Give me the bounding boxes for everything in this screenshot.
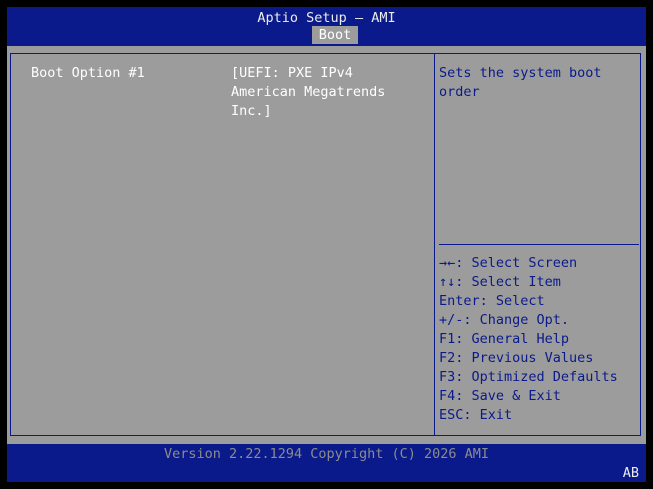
help-description: Sets the system boot order <box>439 65 602 100</box>
key-esc-exit: ESC: Exit <box>439 407 513 423</box>
boot-option-1-label: Boot Option #1 <box>31 65 145 81</box>
key-save-exit: F4: Save & Exit <box>439 388 561 404</box>
key-optimized-defaults: F3: Optimized Defaults <box>439 369 618 385</box>
content-panel: Boot Option #1 [UEFI: PXE IPv4 American … <box>7 46 646 444</box>
bios-setup-screen: Aptio Setup – AMI Boot Boot Option #1 [U… <box>7 7 646 482</box>
key-general-help: F1: General Help <box>439 331 570 347</box>
key-enter-select: Enter: Select <box>439 293 545 309</box>
tab-boot[interactable]: Boot <box>312 26 358 44</box>
key-select-screen: →←: Select Screen <box>439 255 578 271</box>
key-select-item: ↑↓: Select Item <box>439 274 561 290</box>
key-previous-values: F2: Previous Values <box>439 350 594 366</box>
key-change-opt: +/-: Change Opt. <box>439 312 570 328</box>
corner-indicator: AB <box>622 465 639 481</box>
key-legend: →←: Select Screen ↑↓: Select Item Enter:… <box>439 254 618 425</box>
help-divider <box>439 244 639 245</box>
boot-option-1-value[interactable]: [UEFI: PXE IPv4 American Megatrends Inc.… <box>231 64 421 121</box>
version-footer: Version 2.22.1294 Copyright (C) 2026 AMI <box>163 446 490 462</box>
help-column-divider <box>434 53 435 436</box>
